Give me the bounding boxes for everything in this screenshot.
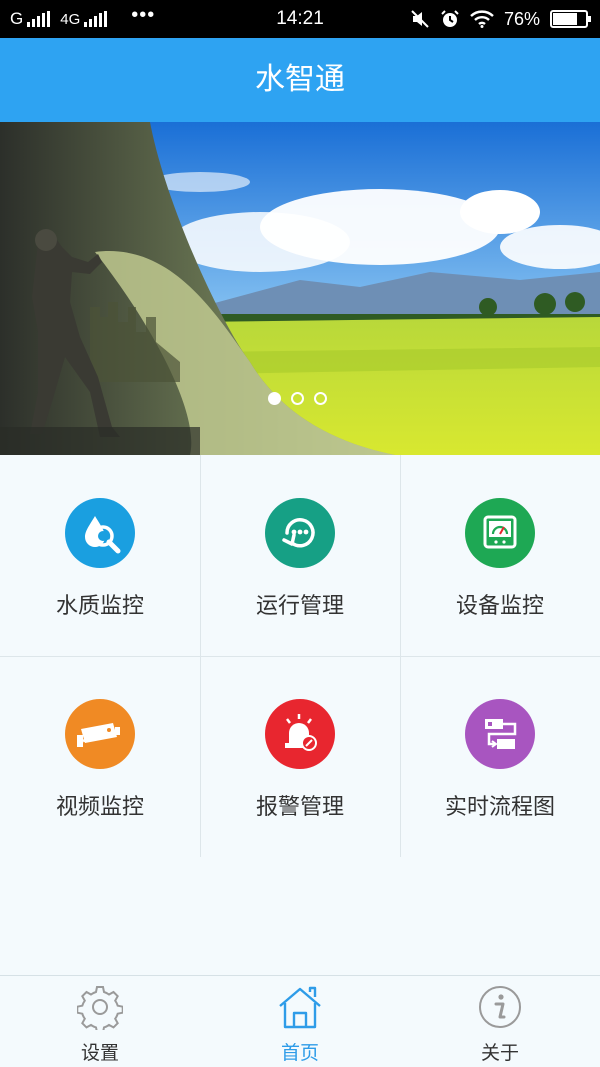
- app-title: 水智通: [0, 38, 600, 122]
- gear-icon: [77, 986, 123, 1030]
- grid-item-label: 实时流程图: [444, 795, 555, 820]
- grid-item-device-monitor[interactable]: 设备监控: [400, 455, 600, 656]
- water-quality-search-icon: [65, 498, 135, 568]
- carousel-dot-3[interactable]: [314, 392, 327, 405]
- carousel-dot-1[interactable]: [268, 392, 281, 405]
- alarm-siren-icon: [265, 699, 335, 769]
- banner-carousel[interactable]: [0, 122, 600, 455]
- home-icon: [279, 986, 321, 1029]
- nav-label: 设置: [80, 1042, 119, 1064]
- camera-icon: [65, 699, 135, 769]
- grid-item-water-quality[interactable]: 水质监控: [0, 455, 200, 656]
- wifi-icon: [470, 10, 494, 28]
- flow-chart-icon: [465, 699, 535, 769]
- nav-item-home[interactable]: 首页: [200, 976, 400, 1067]
- carousel-dot-2[interactable]: [291, 392, 304, 405]
- grid-item-operations[interactable]: 运行管理: [200, 455, 400, 656]
- gauge-device-icon: [465, 498, 535, 568]
- status-right: 76%: [410, 0, 591, 38]
- carousel-indicators: [268, 392, 327, 405]
- grid-item-label: 视频监控: [55, 795, 144, 820]
- status-bar: G 4G ••• 14:21 76%: [0, 0, 600, 38]
- grid-item-label: 报警管理: [255, 795, 344, 820]
- mute-icon: [411, 10, 429, 28]
- feature-grid: 水质监控 运行管理 设备监控 视频监控 报警管理 实时流程图: [0, 455, 600, 857]
- alarm-clock-icon: [441, 10, 459, 27]
- refresh-chat-icon: [265, 498, 335, 568]
- grid-item-alarm[interactable]: 报警管理: [200, 656, 400, 857]
- battery-percent: 76%: [503, 8, 540, 29]
- grid-item-flow-chart[interactable]: 实时流程图: [400, 656, 600, 857]
- nav-label: 关于: [480, 1042, 519, 1064]
- grid-item-label: 水质监控: [55, 594, 144, 619]
- info-icon: [479, 986, 521, 1028]
- grid-item-label: 设备监控: [455, 594, 544, 619]
- grid-item-video-monitor[interactable]: 视频监控: [0, 656, 200, 857]
- nav-item-about[interactable]: 关于: [400, 976, 600, 1067]
- battery-icon: [550, 10, 591, 28]
- bottom-nav: 设置 首页 关于: [0, 975, 600, 1067]
- grid-item-label: 运行管理: [255, 594, 344, 619]
- nav-label: 首页: [280, 1042, 319, 1064]
- banner-image: [0, 122, 600, 455]
- battery-level: [553, 13, 578, 25]
- nav-item-settings[interactable]: 设置: [0, 976, 200, 1067]
